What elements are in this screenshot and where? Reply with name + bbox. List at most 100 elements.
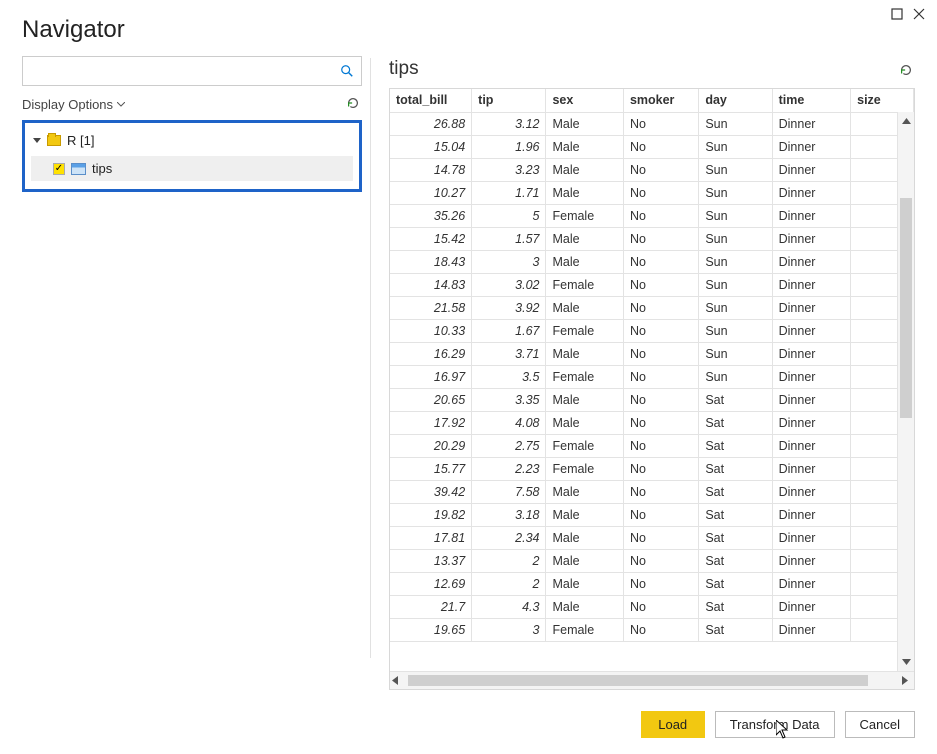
table-cell: No [623,411,698,434]
scroll-left-icon[interactable] [390,676,408,685]
table-cell: Sun [699,319,772,342]
table-row[interactable]: 17.924.08MaleNoSatDinner [390,411,914,434]
table-cell: No [623,296,698,319]
table-cell: Dinner [772,296,851,319]
table-cell: Female [546,204,623,227]
table-row[interactable]: 39.427.58MaleNoSatDinner [390,480,914,503]
table-cell: 2.75 [472,434,546,457]
table-cell: No [623,595,698,618]
scroll-up-icon[interactable] [898,112,914,130]
table-cell: 35.26 [390,204,472,227]
table-cell: Sun [699,158,772,181]
hscroll-thumb[interactable] [408,675,868,686]
table-cell: 15.77 [390,457,472,480]
table-cell: No [623,273,698,296]
table-row[interactable]: 15.421.57MaleNoSunDinner [390,227,914,250]
table-cell: No [623,135,698,158]
table-cell: 10.27 [390,181,472,204]
table-row[interactable]: 17.812.34MaleNoSatDinner [390,526,914,549]
table-cell: No [623,549,698,572]
column-header[interactable]: time [772,89,851,112]
vertical-scrollbar[interactable] [897,112,914,671]
horizontal-scrollbar[interactable] [390,671,914,689]
table-cell: Sat [699,434,772,457]
column-header[interactable]: tip [472,89,546,112]
search-input[interactable] [29,64,339,79]
table-cell: No [623,480,698,503]
table-cell: 3.12 [472,112,546,135]
preview-refresh-icon[interactable] [899,61,915,77]
table-cell: Sat [699,388,772,411]
column-header[interactable]: total_bill [390,89,472,112]
table-cell: Male [546,181,623,204]
load-button[interactable]: Load [641,711,705,738]
table-cell: 2.23 [472,457,546,480]
search-input-wrap[interactable] [22,56,362,86]
column-header[interactable]: sex [546,89,623,112]
table-cell: No [623,365,698,388]
table-row[interactable]: 20.653.35MaleNoSatDinner [390,388,914,411]
table-cell: Sun [699,250,772,273]
tree-child-label: tips [92,161,112,176]
scroll-right-icon[interactable] [896,676,914,685]
table-row[interactable]: 15.772.23FemaleNoSatDinner [390,457,914,480]
table-cell: Sun [699,296,772,319]
table-cell: 17.81 [390,526,472,549]
table-cell: Dinner [772,457,851,480]
tree-child-item[interactable]: ✓ tips [31,156,353,181]
window-title: Navigator [0,0,937,54]
table-cell: 12.69 [390,572,472,595]
table-cell: 2.34 [472,526,546,549]
table-cell: 26.88 [390,112,472,135]
table-cell: No [623,342,698,365]
table-cell: Sun [699,181,772,204]
table-row[interactable]: 16.293.71MaleNoSunDinner [390,342,914,365]
table-cell: No [623,572,698,595]
table-cell: Sun [699,204,772,227]
checkbox-checked-icon[interactable]: ✓ [53,163,65,175]
table-cell: Dinner [772,181,851,204]
column-header[interactable]: day [699,89,772,112]
table-cell: Dinner [772,503,851,526]
table-cell: No [623,434,698,457]
table-row[interactable]: 21.74.3MaleNoSatDinner [390,595,914,618]
table-cell: 15.04 [390,135,472,158]
maximize-icon[interactable] [889,6,905,22]
table-cell: Female [546,273,623,296]
table-cell: Dinner [772,204,851,227]
display-options-dropdown[interactable]: Display Options [22,97,125,112]
table-header-row: total_billtipsexsmokerdaytimesize [390,89,914,112]
close-icon[interactable] [911,6,927,22]
table-cell: Male [546,526,623,549]
table-row[interactable]: 21.583.92MaleNoSunDinner [390,296,914,319]
table-row[interactable]: 14.783.23MaleNoSunDinner [390,158,914,181]
scroll-down-icon[interactable] [898,653,914,671]
table-cell: 1.67 [472,319,546,342]
table-row[interactable]: 35.265FemaleNoSunDinner [390,204,914,227]
table-row[interactable]: 12.692MaleNoSatDinner [390,572,914,595]
table-cell: Male [546,342,623,365]
scroll-thumb[interactable] [900,198,912,418]
table-cell: 19.65 [390,618,472,641]
table-row[interactable]: 20.292.75FemaleNoSatDinner [390,434,914,457]
table-cell: Sat [699,411,772,434]
table-row[interactable]: 19.823.18MaleNoSatDinner [390,503,914,526]
table-row[interactable]: 18.433MaleNoSunDinner [390,250,914,273]
table-cell: 3 [472,250,546,273]
table-cell: Male [546,503,623,526]
table-row[interactable]: 16.973.5FemaleNoSunDinner [390,365,914,388]
table-row[interactable]: 26.883.12MaleNoSunDinner [390,112,914,135]
table-row[interactable]: 10.331.67FemaleNoSunDinner [390,319,914,342]
tree-root-item[interactable]: R [1] [31,127,353,154]
cancel-button[interactable]: Cancel [845,711,915,738]
column-header[interactable]: smoker [623,89,698,112]
column-header[interactable]: size [851,89,914,112]
table-row[interactable]: 13.372MaleNoSatDinner [390,549,914,572]
table-row[interactable]: 14.833.02FemaleNoSunDinner [390,273,914,296]
transform-data-button[interactable]: Transform Data [715,711,835,738]
table-cell: 2 [472,549,546,572]
table-row[interactable]: 10.271.71MaleNoSunDinner [390,181,914,204]
table-row[interactable]: 19.653FemaleNoSatDinner [390,618,914,641]
refresh-icon[interactable] [346,96,362,112]
table-row[interactable]: 15.041.96MaleNoSunDinner [390,135,914,158]
